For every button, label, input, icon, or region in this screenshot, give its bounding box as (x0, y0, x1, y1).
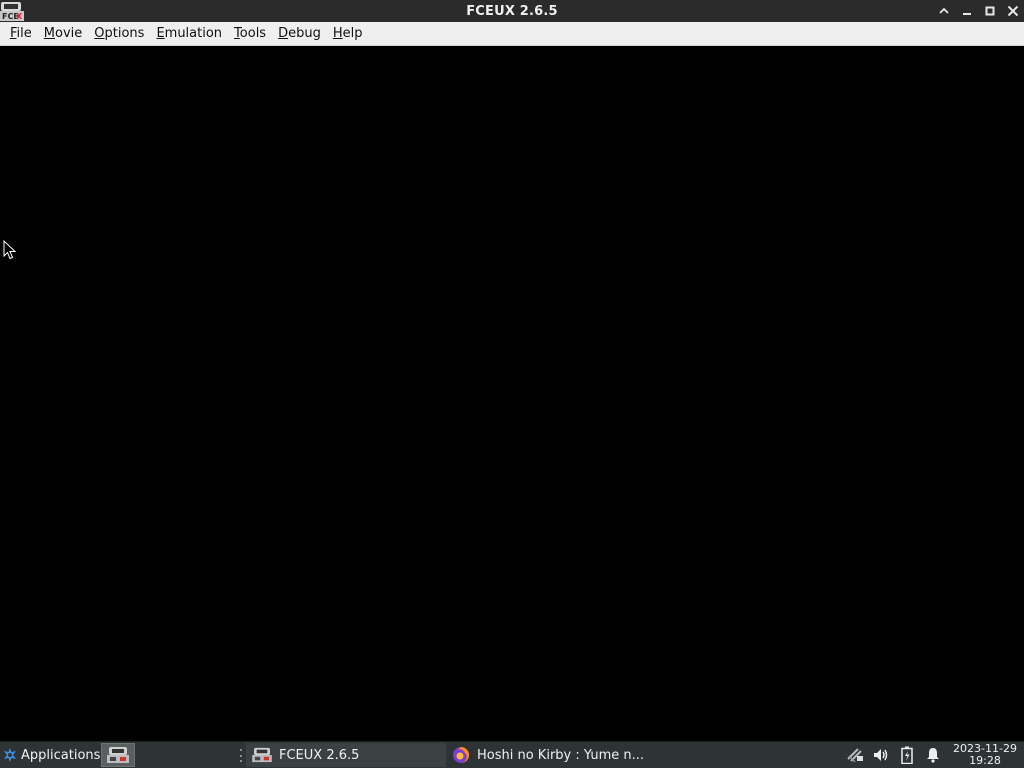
menu-file[interactable]: File (4, 22, 38, 46)
battery-icon[interactable] (894, 742, 920, 768)
taskbar-separator (240, 749, 244, 762)
firefox-icon (453, 747, 469, 763)
network-icon[interactable] (842, 742, 868, 768)
fceux-icon[interactable]: FCE X (0, 0, 24, 22)
clock[interactable]: 2023-11-29 19:28 (946, 743, 1024, 767)
menu-tools[interactable]: Tools (228, 22, 272, 46)
clock-time: 19:28 (969, 754, 1001, 767)
task-label: Hoshi no Kirby : Yume n... (477, 747, 645, 763)
task-label: FCEUX 2.6.5 (279, 747, 360, 763)
applications-icon (4, 748, 16, 762)
menu-movie[interactable]: Movie (38, 22, 88, 46)
applications-menu-button[interactable]: Applications (0, 742, 100, 768)
launcher-fceux[interactable] (101, 743, 135, 767)
fceux-icon (252, 747, 272, 763)
restore-icon[interactable] (978, 0, 1001, 22)
menu-emulation[interactable]: Emulation (150, 22, 228, 46)
emulator-viewport[interactable] (0, 46, 1024, 741)
menu-help[interactable]: Help (327, 22, 369, 46)
window-titlebar[interactable]: FCE X FCEUX 2.6.5 (0, 0, 1024, 22)
menu-options[interactable]: Options (88, 22, 150, 46)
fceux-icon (107, 747, 129, 763)
minimize-icon[interactable] (955, 0, 978, 22)
applications-label: Applications (21, 747, 101, 763)
window-controls (932, 0, 1024, 22)
menu-debug[interactable]: Debug (272, 22, 327, 46)
svg-text:X: X (16, 12, 23, 21)
taskbar: Applications FCEUX 2.6.5 Hoshi no Kirby … (0, 741, 1024, 768)
maximize-up-icon[interactable] (932, 0, 955, 22)
close-icon[interactable] (1001, 0, 1024, 22)
window-title: FCEUX 2.6.5 (466, 3, 558, 19)
system-tray: 2023-11-29 19:28 (842, 742, 1024, 768)
task-fceux[interactable]: FCEUX 2.6.5 (246, 743, 446, 767)
menu-bar: File Movie Options Emulation Tools Debug… (0, 22, 1024, 46)
mouse-pointer-icon (3, 239, 17, 260)
volume-icon[interactable] (868, 742, 894, 768)
task-firefox[interactable]: Hoshi no Kirby : Yume n... (446, 743, 648, 767)
notification-bell-icon[interactable] (920, 742, 946, 768)
